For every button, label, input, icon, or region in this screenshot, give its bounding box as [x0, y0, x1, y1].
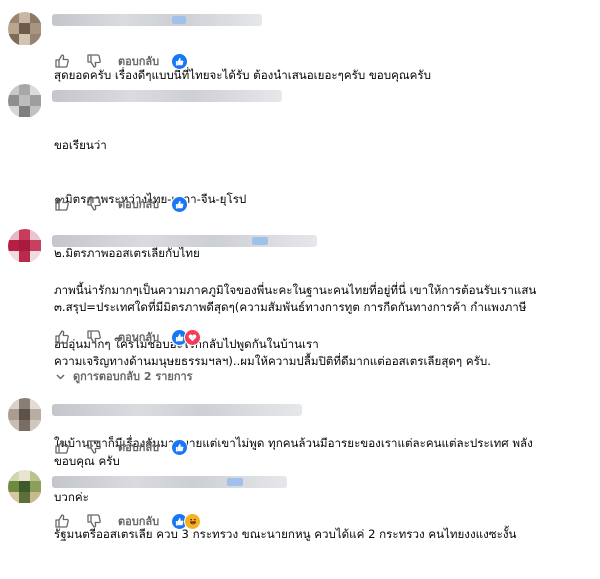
reaction-summary[interactable] [171, 328, 202, 346]
author-name[interactable] [52, 14, 262, 26]
view-replies-label: ดูการตอบกลับ 2 รายการ [73, 370, 193, 383]
reaction-summary[interactable] [171, 195, 189, 213]
chevron-down-icon [56, 370, 65, 383]
comment-actions: ตอบกลับ [52, 512, 202, 530]
avatar[interactable] [8, 398, 42, 432]
dislike-icon[interactable] [84, 438, 104, 456]
reaction-summary[interactable] [171, 512, 202, 530]
like-icon[interactable] [52, 438, 72, 456]
dislike-icon[interactable] [84, 195, 104, 213]
reply-button[interactable]: ตอบกลับ [118, 328, 159, 346]
haha-reaction-icon [184, 512, 202, 530]
view-replies-link[interactable]: ดูการตอบกลับ 2 รายการ [56, 367, 193, 385]
like-icon[interactable] [52, 195, 72, 213]
avatar[interactable] [8, 84, 42, 118]
like-icon[interactable] [52, 52, 72, 70]
dislike-icon[interactable] [84, 328, 104, 346]
reply-button[interactable]: ตอบกลับ [118, 438, 159, 456]
love-reaction-icon [184, 328, 202, 346]
author-name[interactable] [52, 404, 302, 416]
reply-button[interactable]: ตอบกลับ [118, 195, 159, 213]
like-icon[interactable] [52, 512, 72, 530]
comment-actions: ตอบกลับ [52, 438, 189, 456]
comment-actions: ตอบกลับ [52, 328, 202, 346]
dislike-icon[interactable] [84, 52, 104, 70]
avatar[interactable] [8, 229, 42, 263]
like-reaction-icon [171, 438, 189, 456]
reaction-summary[interactable] [171, 52, 189, 70]
comment-actions: ตอบกลับ [52, 52, 189, 70]
comment-actions: ตอบกลับ [52, 195, 189, 213]
avatar[interactable] [8, 470, 42, 504]
author-name[interactable] [52, 476, 287, 488]
comment-text: รัฐมนตรีออสเตรเลีย ควบ 3 กระทรวง ขณะนายก… [54, 527, 517, 541]
like-reaction-icon [171, 52, 189, 70]
reply-button[interactable]: ตอบกลับ [118, 52, 159, 70]
reply-button[interactable]: ตอบกลับ [118, 512, 159, 530]
avatar[interactable] [8, 12, 42, 46]
reaction-summary[interactable] [171, 438, 189, 456]
like-icon[interactable] [52, 328, 72, 346]
like-reaction-icon [171, 195, 189, 213]
dislike-icon[interactable] [84, 512, 104, 530]
